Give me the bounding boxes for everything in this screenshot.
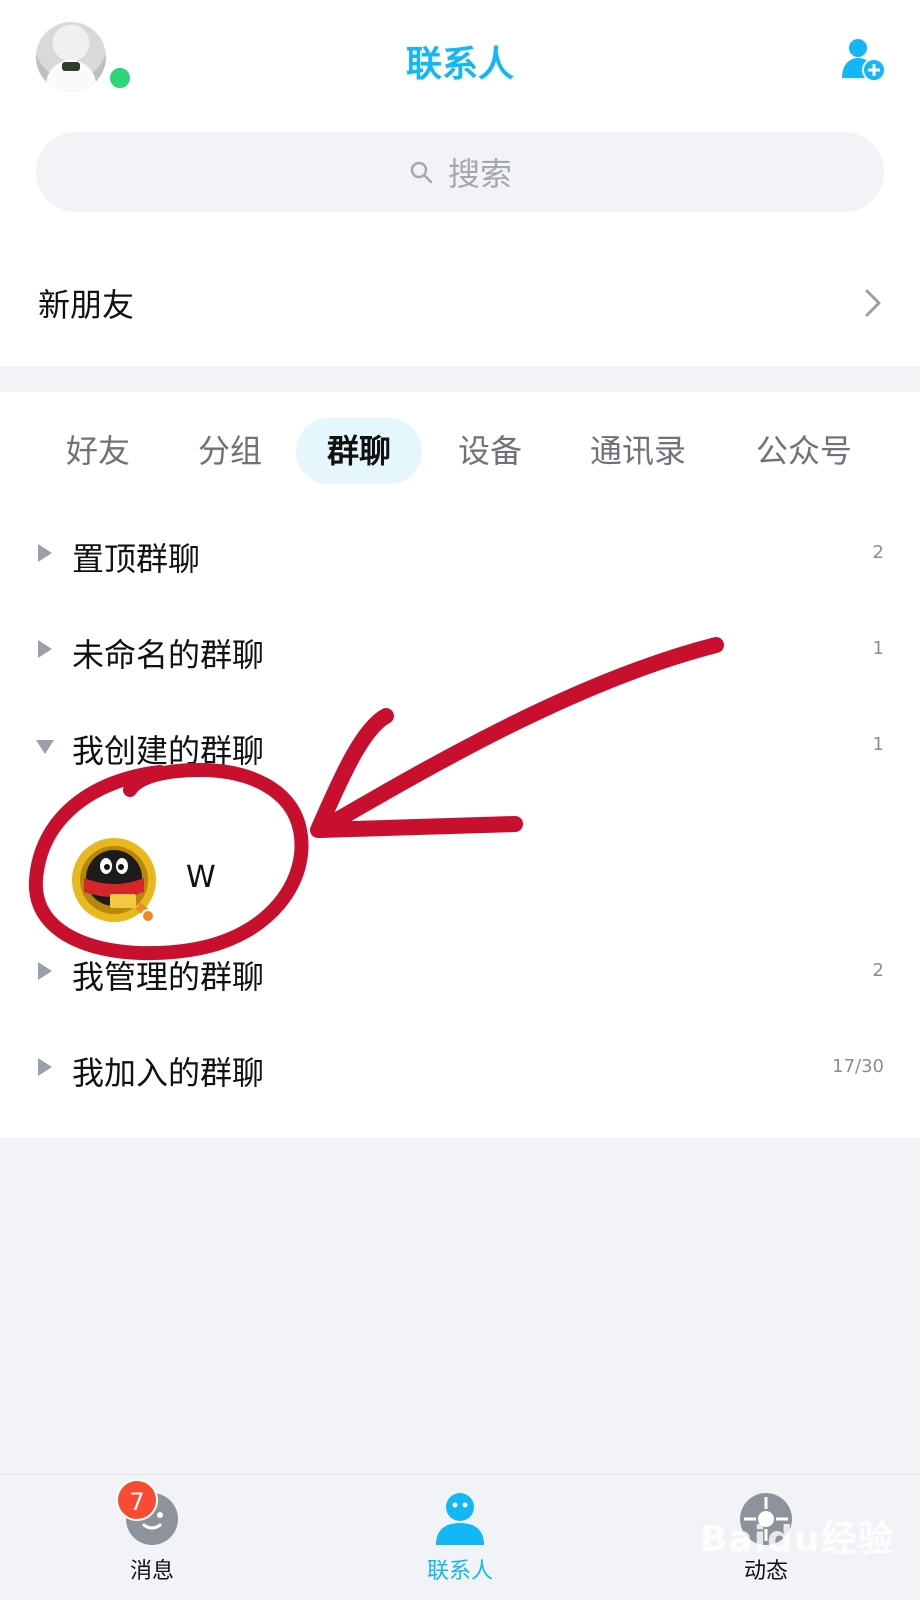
group-count: 1 bbox=[872, 734, 884, 755]
nav-messages-label: 消息 bbox=[129, 1559, 174, 1584]
tab-groups[interactable]: 分组 bbox=[176, 418, 284, 484]
tab-address-book[interactable]: 通讯录 bbox=[580, 418, 696, 484]
chevron-right-icon bbox=[865, 289, 881, 317]
group-count: 17/30 bbox=[832, 1056, 884, 1077]
nav-contacts[interactable]: 联系人 bbox=[380, 1491, 540, 1591]
group-count: 1 bbox=[872, 638, 884, 659]
group-name: 我管理的群聊 bbox=[72, 958, 265, 996]
expanded-arrow-icon bbox=[36, 740, 54, 754]
search-placeholder: 搜索 bbox=[447, 155, 512, 193]
nav-messages[interactable]: 7 消息 bbox=[72, 1479, 232, 1591]
contact-tabs: 好友 分组 群聊 设备 通讯录 公众号 bbox=[0, 418, 920, 484]
page-title: 联系人 bbox=[405, 44, 514, 85]
group-avatar bbox=[72, 838, 156, 923]
group-name: 我创建的群聊 bbox=[72, 732, 265, 770]
group-created[interactable]: 我创建的群聊 1 bbox=[0, 700, 920, 790]
baidu-watermark: Baidu经验 bbox=[700, 1519, 895, 1560]
group-chat-name: W bbox=[186, 860, 216, 895]
tab-group-chats[interactable]: 群聊 bbox=[296, 418, 422, 484]
contacts-list-panel: 好友 分组 群聊 设备 通讯录 公众号 置顶群聊 2 未命名的群聊 1 我创建的… bbox=[0, 392, 920, 1138]
group-unnamed[interactable]: 未命名的群聊 1 bbox=[0, 604, 920, 694]
contacts-icon bbox=[436, 1493, 484, 1545]
unread-badge: 7 bbox=[116, 1479, 158, 1521]
group-count: 2 bbox=[872, 960, 884, 981]
add-contact-icon[interactable] bbox=[840, 36, 886, 82]
collapsed-arrow-icon bbox=[38, 544, 52, 562]
tab-devices[interactable]: 设备 bbox=[436, 418, 544, 484]
search-bar[interactable]: 搜索 bbox=[36, 132, 884, 212]
collapsed-arrow-icon bbox=[38, 640, 52, 658]
group-name: 未命名的群聊 bbox=[72, 636, 265, 674]
collapsed-arrow-icon bbox=[38, 962, 52, 980]
group-chat-item[interactable]: W bbox=[0, 816, 920, 936]
new-friends-row[interactable]: 新朋友 bbox=[0, 258, 920, 348]
group-managed[interactable]: 我管理的群聊 2 bbox=[0, 926, 920, 1016]
new-friends-label: 新朋友 bbox=[38, 286, 135, 324]
tab-official-accounts[interactable]: 公众号 bbox=[742, 418, 866, 484]
group-name: 置顶群聊 bbox=[72, 540, 201, 578]
group-joined[interactable]: 我加入的群聊 17/30 bbox=[0, 1022, 920, 1112]
search-icon bbox=[410, 161, 433, 184]
tab-friends[interactable]: 好友 bbox=[44, 418, 152, 484]
group-pinned[interactable]: 置顶群聊 2 bbox=[0, 508, 920, 598]
top-panel: 联系人 搜索 新朋友 bbox=[0, 0, 920, 366]
nav-contacts-label: 联系人 bbox=[426, 1559, 493, 1584]
group-count: 2 bbox=[872, 542, 884, 563]
group-name: 我加入的群聊 bbox=[72, 1054, 265, 1092]
collapsed-arrow-icon bbox=[38, 1058, 52, 1076]
